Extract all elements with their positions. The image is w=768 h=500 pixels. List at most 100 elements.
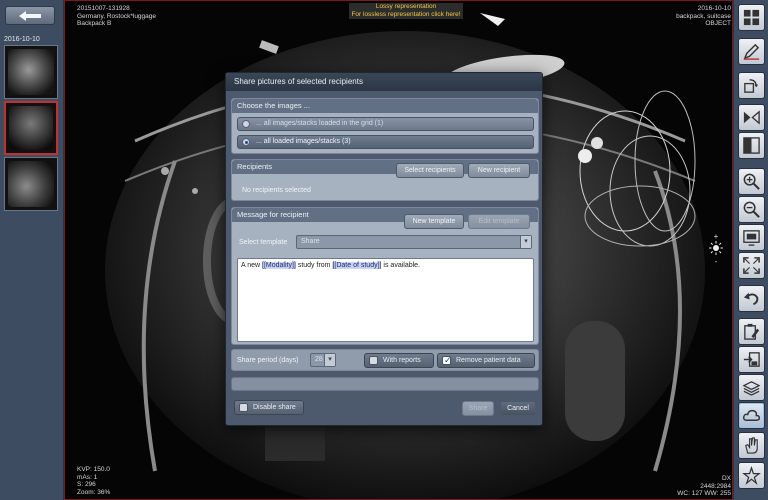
- study-date: 2016-10-10: [697, 5, 731, 12]
- checkbox-icon: [239, 403, 248, 412]
- series-date: 2016-10-10: [4, 36, 40, 43]
- hand-icon: [745, 437, 758, 454]
- with-reports-toggle[interactable]: With reports: [364, 353, 434, 368]
- radio-indicator-selected: [242, 138, 250, 146]
- images-option-grid[interactable]: ... all images/stacks loaded in the grid…: [237, 117, 534, 131]
- overlay-top-left: 20151007-131928 Germany, Rostock*luggage…: [77, 5, 156, 28]
- export-button[interactable]: [738, 346, 765, 373]
- brightness-control[interactable]: + -: [706, 232, 726, 266]
- images-option-all-label: ... all loaded images/stacks (3): [256, 138, 351, 145]
- lossy-link[interactable]: For lossless representation click here!: [351, 11, 461, 19]
- with-reports-label: With reports: [383, 357, 421, 364]
- pan-button[interactable]: [738, 432, 765, 459]
- pen-edit-icon: [743, 43, 760, 60]
- select-template-label: Select template: [239, 239, 288, 246]
- study-description: backpack, suitcase: [676, 12, 731, 20]
- fit-screen-button[interactable]: [738, 224, 765, 251]
- magic-icon: [742, 466, 761, 485]
- brightness-minus[interactable]: -: [706, 257, 726, 266]
- auto-enhance-button[interactable]: [738, 462, 765, 489]
- disable-share-label: Disable share: [253, 404, 296, 411]
- disable-share-toggle[interactable]: Disable share: [234, 400, 304, 415]
- fullscreen-button[interactable]: [738, 252, 765, 279]
- share-submit-button[interactable]: Share: [462, 401, 494, 416]
- arrow-left-icon: [19, 10, 41, 21]
- layout-button[interactable]: [738, 4, 765, 31]
- dialog-title: Share pictures of selected recipients: [226, 73, 542, 91]
- checkbox-icon: [369, 356, 378, 365]
- message-textarea[interactable]: A new [[Modality]] study from [[Date of …: [237, 258, 534, 342]
- cloud-share-icon: [743, 409, 760, 421]
- brightness-plus[interactable]: +: [706, 232, 726, 241]
- thumbnail-image: [9, 106, 53, 150]
- zoom-in-icon: [743, 173, 760, 190]
- new-template-button[interactable]: New template: [404, 214, 464, 229]
- zoom-out-icon: [743, 201, 760, 218]
- message-section: Message for recipient New template Edit …: [231, 207, 539, 345]
- grid-layout-icon: [743, 9, 760, 26]
- image-size: 2448:2984: [700, 482, 731, 490]
- thumbnail-image: [8, 49, 54, 95]
- series-thumbnail-3[interactable]: [4, 157, 58, 211]
- share-button[interactable]: [738, 402, 765, 429]
- share-progress-bar: [231, 377, 539, 391]
- share-period-row: Share period (days) 28 ▾ With reports Re…: [231, 349, 539, 371]
- window-level: WC: 127 WW: 255: [677, 490, 731, 497]
- modality-placeholder: [[Modality]]: [262, 262, 296, 269]
- stack-layers-icon: [742, 381, 761, 396]
- mas-value: mAs: 1: [77, 473, 98, 481]
- overlay-bottom-right: DX 2448:2984 WC: 127 WW: 255: [677, 475, 731, 498]
- message-text: is available.: [381, 262, 421, 269]
- study-object: Backpack B: [77, 20, 112, 27]
- checkbox-checked-icon: [442, 354, 452, 367]
- lossy-title: Lossy representation: [375, 3, 437, 10]
- undo-icon: [743, 292, 759, 306]
- export-icon: [743, 352, 760, 367]
- back-button[interactable]: [5, 6, 55, 25]
- choose-images-section: Choose the images ... ... all images/sta…: [231, 98, 539, 154]
- share-period-label: Share period (days): [237, 357, 299, 364]
- undo-button[interactable]: [738, 285, 765, 312]
- slice-value: S: 296: [77, 481, 96, 488]
- no-recipients-text: No recipients selected: [242, 187, 311, 194]
- series-thumbnail-1[interactable]: [4, 45, 58, 99]
- chevron-down-icon: ▾: [520, 236, 531, 248]
- recipients-section: Recipients Select recipients New recipie…: [231, 159, 539, 201]
- select-recipients-button[interactable]: Select recipients: [396, 163, 464, 178]
- study-location: Germany, Rostock*luggage: [77, 12, 157, 20]
- new-recipient-button[interactable]: New recipient: [468, 163, 530, 178]
- sun-icon: [709, 241, 723, 255]
- overlay-top-right: 2016-10-10 backpack, suitcase OBJECT: [676, 5, 731, 28]
- template-select-value: Share: [301, 238, 320, 245]
- zoom-out-button[interactable]: [738, 196, 765, 223]
- images-option-grid-label: ... all images/stacks loaded in the grid…: [256, 120, 384, 127]
- series-thumbnail-2[interactable]: [4, 101, 58, 155]
- split-view-icon: [743, 137, 760, 154]
- study-type: OBJECT: [705, 20, 731, 27]
- template-select[interactable]: Share ▾: [296, 235, 532, 249]
- share-period-select[interactable]: 28 ▾: [310, 353, 336, 367]
- images-option-all[interactable]: ... all loaded images/stacks (3): [237, 135, 534, 149]
- remove-patient-data-label: Remove patient data: [456, 357, 521, 364]
- message-text: A new: [241, 262, 263, 269]
- stack-button[interactable]: [738, 374, 765, 401]
- modality: DX: [721, 475, 731, 482]
- annotate-button[interactable]: [738, 38, 765, 65]
- share-period-value: 28: [315, 356, 323, 363]
- report-edit-button[interactable]: [738, 318, 765, 345]
- cancel-button[interactable]: Cancel: [500, 401, 536, 416]
- study-id: 20151007-131928: [77, 5, 130, 12]
- rotate-button[interactable]: [738, 72, 765, 99]
- series-panel: 2016-10-10: [0, 0, 64, 500]
- zoom-in-button[interactable]: [738, 168, 765, 195]
- thumbnail-image: [8, 161, 54, 207]
- lossy-banner[interactable]: Lossy representation For lossless repres…: [349, 3, 463, 19]
- date-placeholder: [[Date of study]]: [332, 262, 382, 269]
- share-dialog: Share pictures of selected recipients Ch…: [225, 72, 543, 426]
- split-view-button[interactable]: [738, 132, 765, 159]
- flip-button[interactable]: [738, 104, 765, 131]
- remove-patient-data-toggle[interactable]: Remove patient data: [437, 353, 535, 368]
- overlay-bottom-left: KVP: 150.0 mAs: 1 S: 296 Zoom: 36%: [77, 466, 110, 496]
- chevron-down-icon: ▾: [324, 354, 335, 366]
- edit-template-button[interactable]: Edit template: [468, 214, 530, 229]
